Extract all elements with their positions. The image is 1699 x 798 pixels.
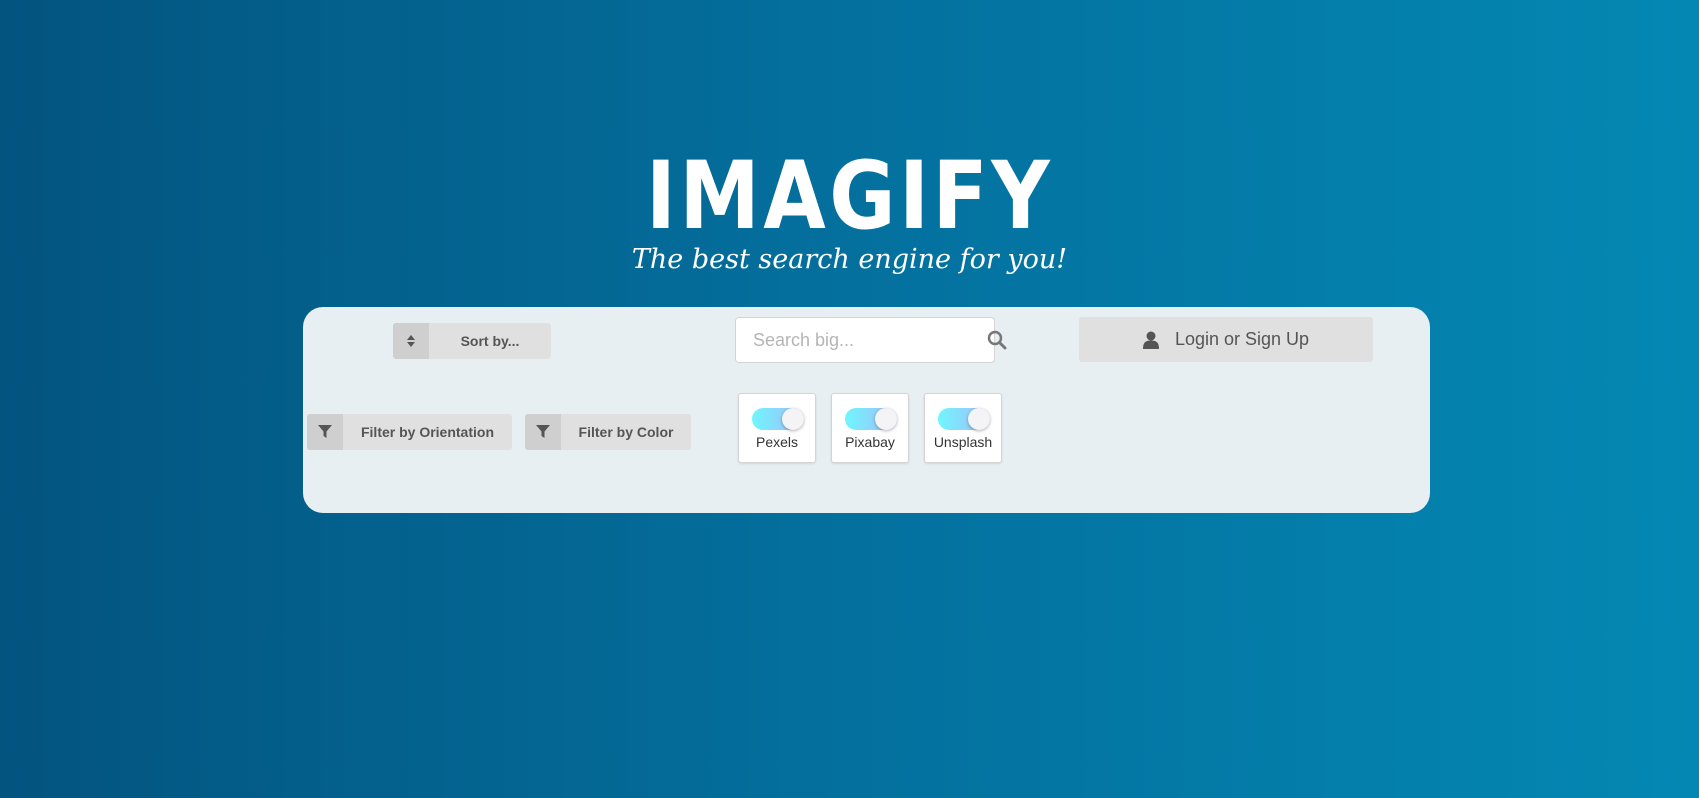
filter-color-dropdown[interactable]: Filter by Color — [525, 414, 691, 450]
search-icon[interactable] — [987, 330, 1007, 350]
toggle-knob — [782, 408, 804, 430]
filter-color-label: Filter by Color — [578, 424, 674, 440]
filter-icon — [525, 414, 561, 450]
search-panel: Sort by... Login or Sign Up Filter by Or… — [303, 307, 1430, 513]
site-logo: IMAGIFY — [645, 142, 1054, 251]
search-input[interactable] — [736, 319, 987, 361]
sort-icon — [393, 323, 429, 359]
source-name: Pixabay — [845, 434, 895, 450]
source-card-pixabay: Pixabay — [831, 393, 909, 463]
login-signup-label: Login or Sign Up — [1174, 329, 1310, 349]
sort-dropdown-label: Sort by... — [460, 333, 520, 349]
pexels-toggle[interactable] — [752, 408, 804, 430]
filter-orientation-label: Filter by Orientation — [360, 424, 494, 440]
pixabay-toggle[interactable] — [845, 408, 897, 430]
site-tagline: The best search engine for you! — [631, 244, 1068, 275]
source-name: Unsplash — [933, 434, 993, 450]
toggle-knob — [875, 408, 897, 430]
filter-icon — [307, 414, 343, 450]
filter-orientation-dropdown[interactable]: Filter by Orientation — [307, 414, 512, 450]
login-signup-button[interactable]: Login or Sign Up — [1079, 317, 1373, 362]
search-box — [735, 317, 1007, 363]
source-card-unsplash: Unsplash — [924, 393, 1002, 463]
user-icon — [1142, 331, 1159, 349]
source-card-pexels: Pexels — [738, 393, 816, 463]
source-name: Pexels — [755, 434, 799, 450]
toggle-knob — [968, 408, 990, 430]
unsplash-toggle[interactable] — [938, 408, 990, 430]
sort-dropdown[interactable]: Sort by... — [393, 323, 551, 359]
